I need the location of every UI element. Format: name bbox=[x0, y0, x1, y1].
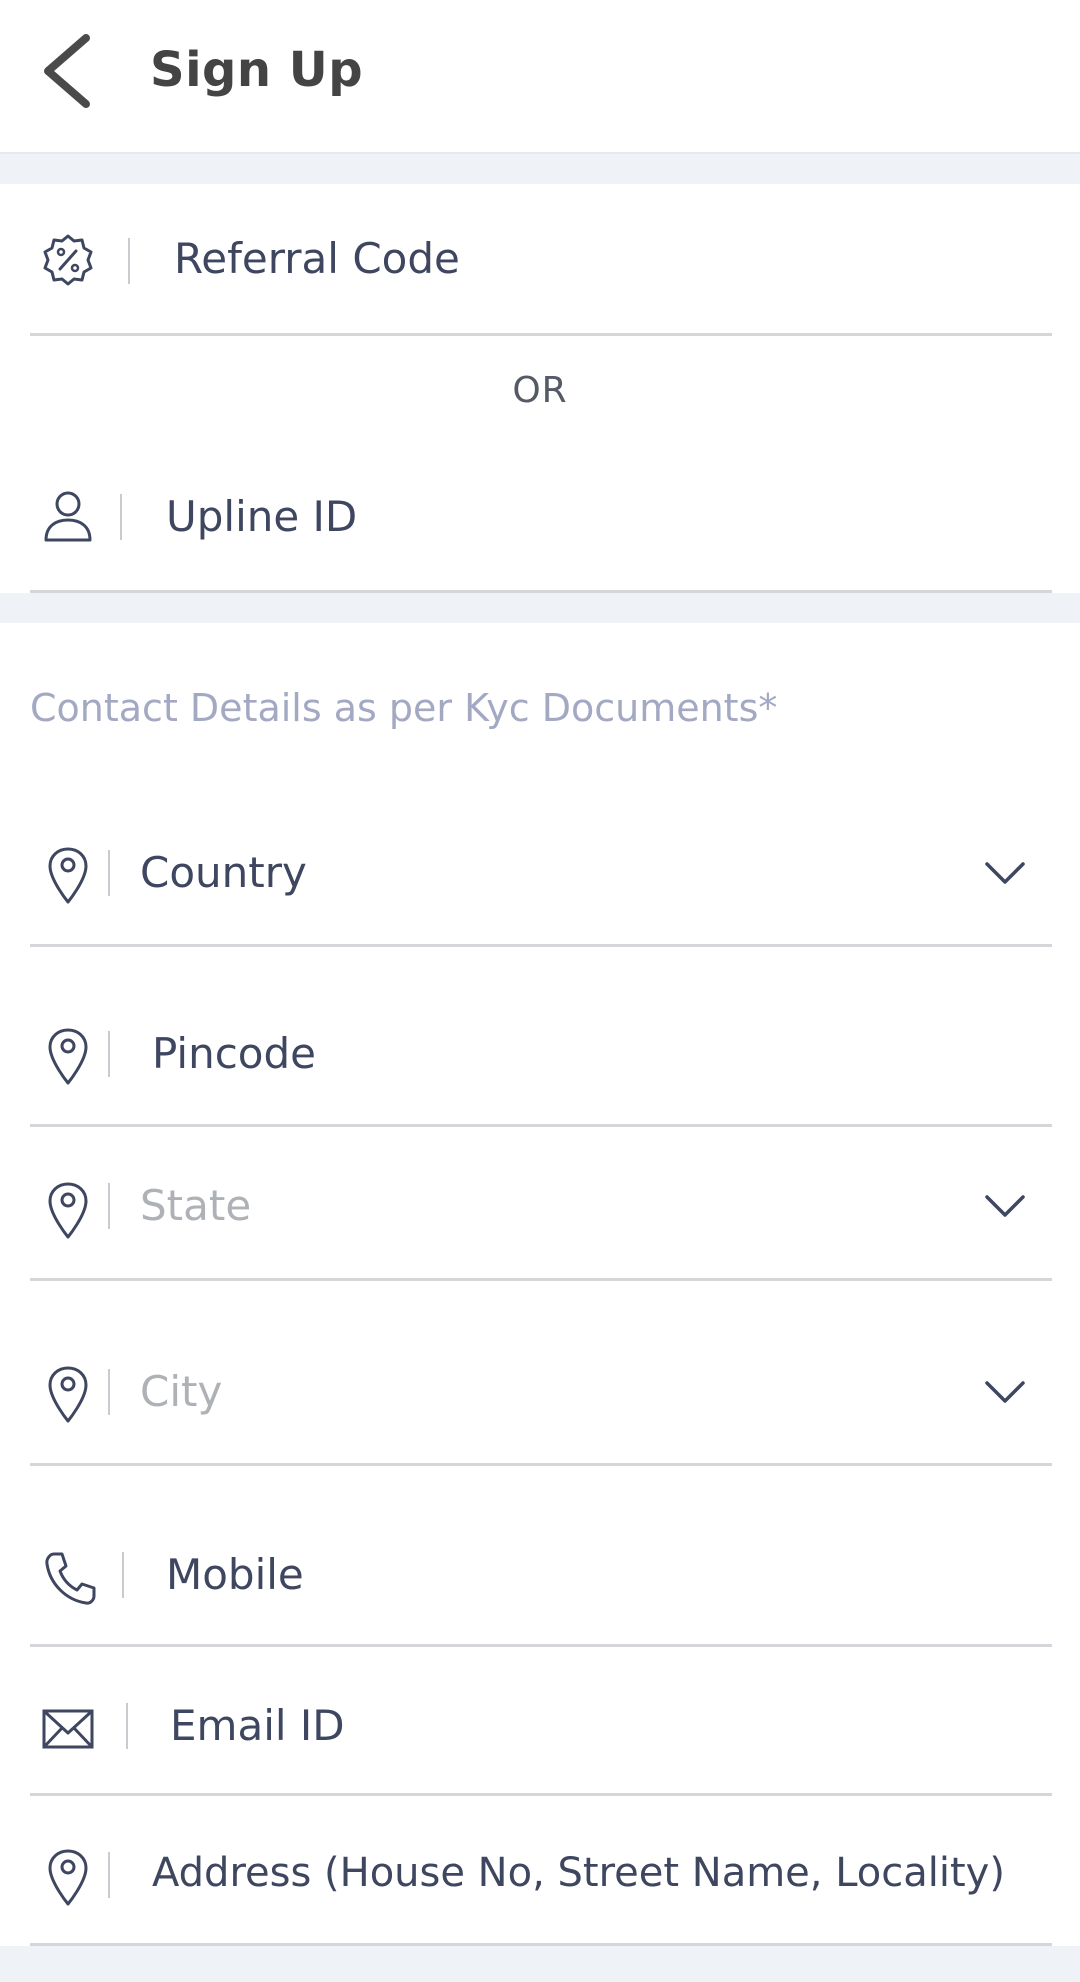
map-pin-icon bbox=[40, 844, 96, 908]
state-placeholder: State bbox=[140, 1181, 252, 1230]
section-gap bbox=[0, 593, 1080, 623]
field-separator bbox=[126, 1703, 128, 1749]
address-field[interactable]: Address (House No, Street Name, Locality… bbox=[30, 1796, 1052, 1946]
email-field[interactable]: Email ID bbox=[30, 1647, 1052, 1796]
back-button[interactable] bbox=[30, 26, 110, 116]
country-dropdown[interactable]: Country bbox=[30, 800, 1052, 947]
section-gap bbox=[0, 1946, 1080, 1982]
discount-badge-icon bbox=[40, 230, 96, 294]
field-separator bbox=[128, 238, 130, 284]
pincode-input[interactable]: Pincode bbox=[152, 1029, 316, 1078]
chevron-down-icon[interactable] bbox=[983, 858, 1027, 888]
mobile-field[interactable]: Mobile bbox=[30, 1466, 1052, 1647]
user-icon bbox=[40, 484, 96, 548]
state-dropdown[interactable]: State bbox=[30, 1127, 1052, 1281]
map-pin-icon bbox=[40, 1846, 96, 1910]
pincode-field[interactable]: Pincode bbox=[30, 947, 1052, 1127]
field-separator bbox=[122, 1552, 124, 1598]
email-input[interactable]: Email ID bbox=[170, 1701, 345, 1750]
city-placeholder: City bbox=[140, 1367, 223, 1416]
map-pin-icon bbox=[40, 1179, 96, 1243]
chevron-left-icon bbox=[44, 34, 90, 108]
map-pin-icon bbox=[40, 1363, 96, 1427]
section-gap bbox=[0, 154, 1080, 184]
upline-id-input[interactable]: Upline ID bbox=[166, 492, 357, 541]
page-title: Sign Up bbox=[150, 42, 364, 98]
map-pin-icon bbox=[40, 1025, 96, 1089]
referral-code-input[interactable]: Referral Code bbox=[174, 234, 460, 283]
phone-icon bbox=[40, 1546, 96, 1610]
mobile-input[interactable]: Mobile bbox=[166, 1550, 304, 1599]
upline-id-field[interactable]: Upline ID bbox=[30, 440, 1052, 593]
field-separator bbox=[120, 494, 122, 540]
address-input[interactable]: Address (House No, Street Name, Locality… bbox=[152, 1850, 1005, 1896]
country-placeholder: Country bbox=[140, 848, 307, 897]
field-separator bbox=[108, 850, 110, 896]
or-divider: OR bbox=[512, 370, 568, 411]
mail-icon bbox=[40, 1697, 96, 1761]
field-separator bbox=[108, 1183, 110, 1229]
field-separator bbox=[108, 1852, 110, 1898]
chevron-down-icon[interactable] bbox=[983, 1377, 1027, 1407]
chevron-down-icon[interactable] bbox=[983, 1191, 1027, 1221]
app-header: Sign Up bbox=[0, 0, 1080, 154]
field-separator bbox=[108, 1031, 110, 1077]
contact-section-title: Contact Details as per Kyc Documents* bbox=[30, 686, 778, 730]
city-dropdown[interactable]: City bbox=[30, 1281, 1052, 1466]
referral-code-field[interactable]: Referral Code bbox=[30, 184, 1052, 336]
field-separator bbox=[108, 1369, 110, 1415]
